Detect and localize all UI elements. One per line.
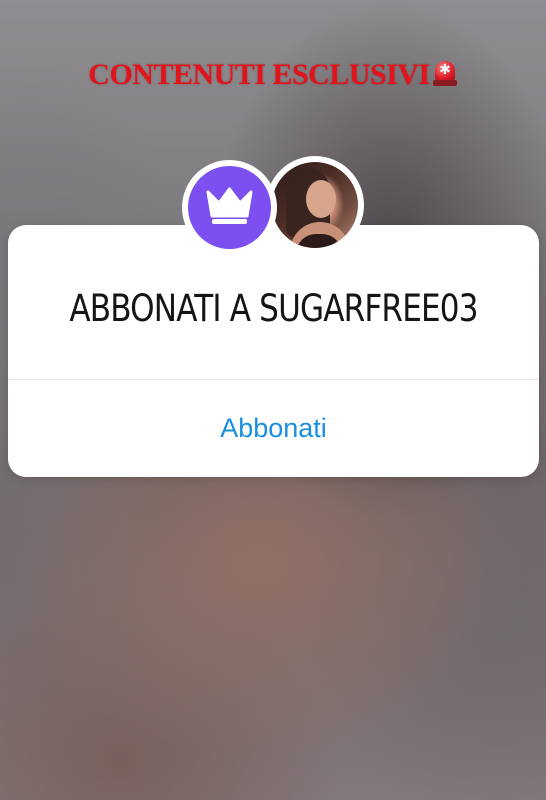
profile-avatar[interactable] bbox=[266, 156, 364, 254]
subscribe-button[interactable]: Abbonati bbox=[8, 380, 539, 477]
rotating-light-icon: ✱ bbox=[432, 59, 458, 87]
avatar-photo bbox=[272, 162, 358, 248]
promo-banner: CONTENUTI ESCLUSIVI ✱ bbox=[0, 58, 546, 92]
promo-title: CONTENUTI ESCLUSIVI bbox=[88, 58, 430, 91]
subscribe-card: ABBONATI A SUGARFREE03 Abbonati bbox=[8, 225, 539, 477]
crown-badge bbox=[182, 160, 277, 255]
card-title: ABBONATI A SUGARFREE03 bbox=[69, 287, 478, 330]
crown-icon bbox=[206, 187, 253, 224]
